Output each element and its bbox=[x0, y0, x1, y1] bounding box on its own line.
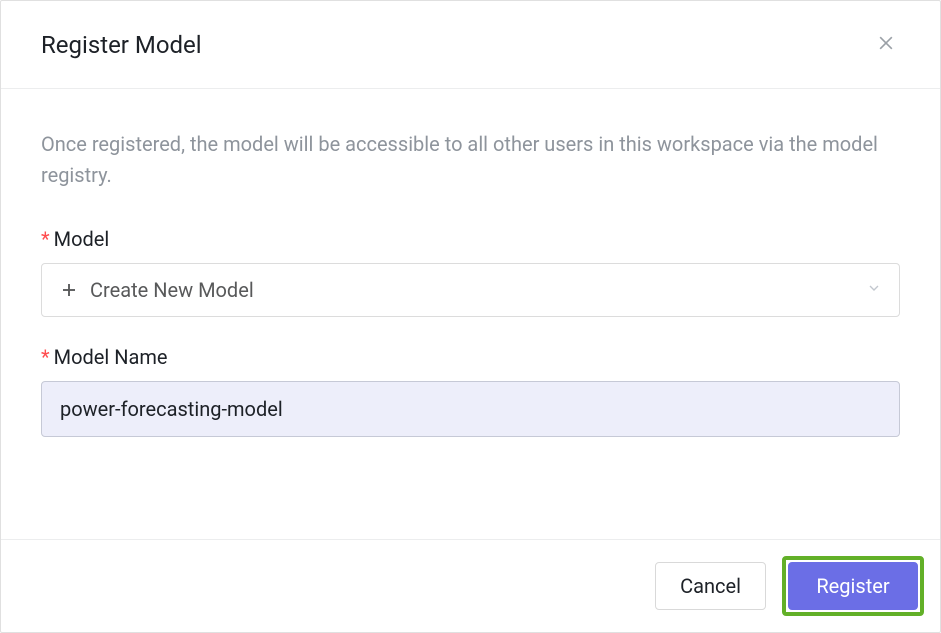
model-select-value: Create New Model bbox=[90, 278, 254, 302]
model-label-text: Model bbox=[54, 227, 110, 251]
cancel-button[interactable]: Cancel bbox=[655, 562, 766, 610]
modal-body: Once registered, the model will be acces… bbox=[1, 89, 940, 521]
model-name-label-text: Model Name bbox=[54, 345, 168, 369]
description-text: Once registered, the model will be acces… bbox=[41, 129, 900, 191]
model-name-input[interactable] bbox=[41, 381, 900, 437]
model-select[interactable]: Create New Model bbox=[41, 263, 900, 317]
modal-header: Register Model bbox=[1, 1, 940, 89]
register-button[interactable]: Register bbox=[788, 562, 918, 610]
plus-icon bbox=[60, 281, 78, 299]
model-name-field-label: *Model Name bbox=[41, 345, 900, 369]
modal-title: Register Model bbox=[41, 31, 202, 59]
required-asterisk: * bbox=[41, 227, 50, 251]
model-select-wrapper: Create New Model bbox=[41, 263, 900, 317]
close-button[interactable] bbox=[872, 29, 900, 60]
close-icon bbox=[876, 33, 896, 56]
model-name-field-group: *Model Name bbox=[41, 345, 900, 437]
modal-footer: Cancel Register bbox=[1, 539, 940, 632]
register-highlight: Register bbox=[782, 556, 924, 616]
model-field-label: *Model bbox=[41, 227, 900, 251]
model-field-group: *Model Create New Model bbox=[41, 227, 900, 317]
required-asterisk: * bbox=[41, 345, 50, 369]
